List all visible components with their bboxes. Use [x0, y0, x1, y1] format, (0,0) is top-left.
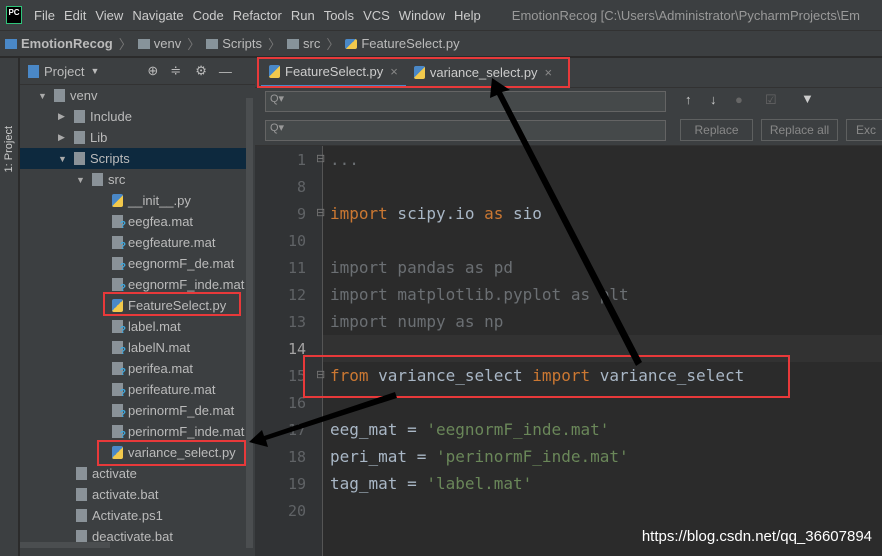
fold-marker-icon[interactable]: ⊟	[316, 152, 325, 165]
annotation-arrows	[249, 78, 642, 447]
fold-marker-icon[interactable]: ⊟	[316, 206, 325, 219]
arrow-to-tree	[249, 392, 397, 447]
fold-marker-icon[interactable]: ⊟	[316, 368, 325, 381]
watermark: https://blog.csdn.net/qq_36607894	[641, 528, 872, 545]
arrow-to-tab	[490, 78, 642, 366]
